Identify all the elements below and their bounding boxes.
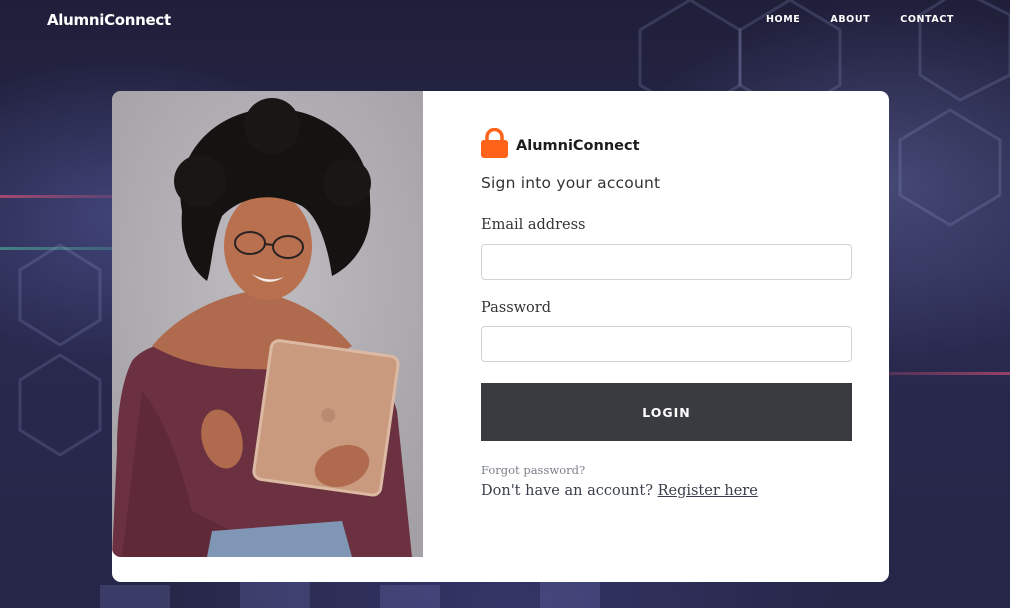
forgot-password-link[interactable]: Forgot password? xyxy=(481,463,585,477)
login-photo xyxy=(112,91,423,557)
nav-link-home[interactable]: HOME xyxy=(766,14,800,25)
email-field[interactable] xyxy=(481,244,852,280)
login-card: AlumniConnect Sign into your account Ema… xyxy=(112,91,889,582)
email-label: Email address xyxy=(481,217,586,233)
form-subtitle: Sign into your account xyxy=(481,174,661,192)
logo-name: AlumniConnect xyxy=(516,137,640,154)
register-link[interactable]: Register here xyxy=(658,483,758,499)
lock-icon xyxy=(481,127,508,163)
nav-link-contact[interactable]: CONTACT xyxy=(900,14,954,25)
login-button[interactable]: LOGIN xyxy=(481,383,852,441)
password-label: Password xyxy=(481,300,551,316)
nav-links: HOME ABOUT CONTACT xyxy=(766,14,954,25)
top-navbar: AlumniConnect HOME ABOUT CONTACT xyxy=(0,0,1010,40)
register-prompt: Don't have an account? Register here xyxy=(481,483,758,499)
password-field[interactable] xyxy=(481,326,852,362)
nav-link-about[interactable]: ABOUT xyxy=(830,14,870,25)
navbar-brand[interactable]: AlumniConnect xyxy=(47,11,171,29)
register-prompt-text: Don't have an account? xyxy=(481,483,653,499)
login-logo: AlumniConnect xyxy=(481,127,640,163)
